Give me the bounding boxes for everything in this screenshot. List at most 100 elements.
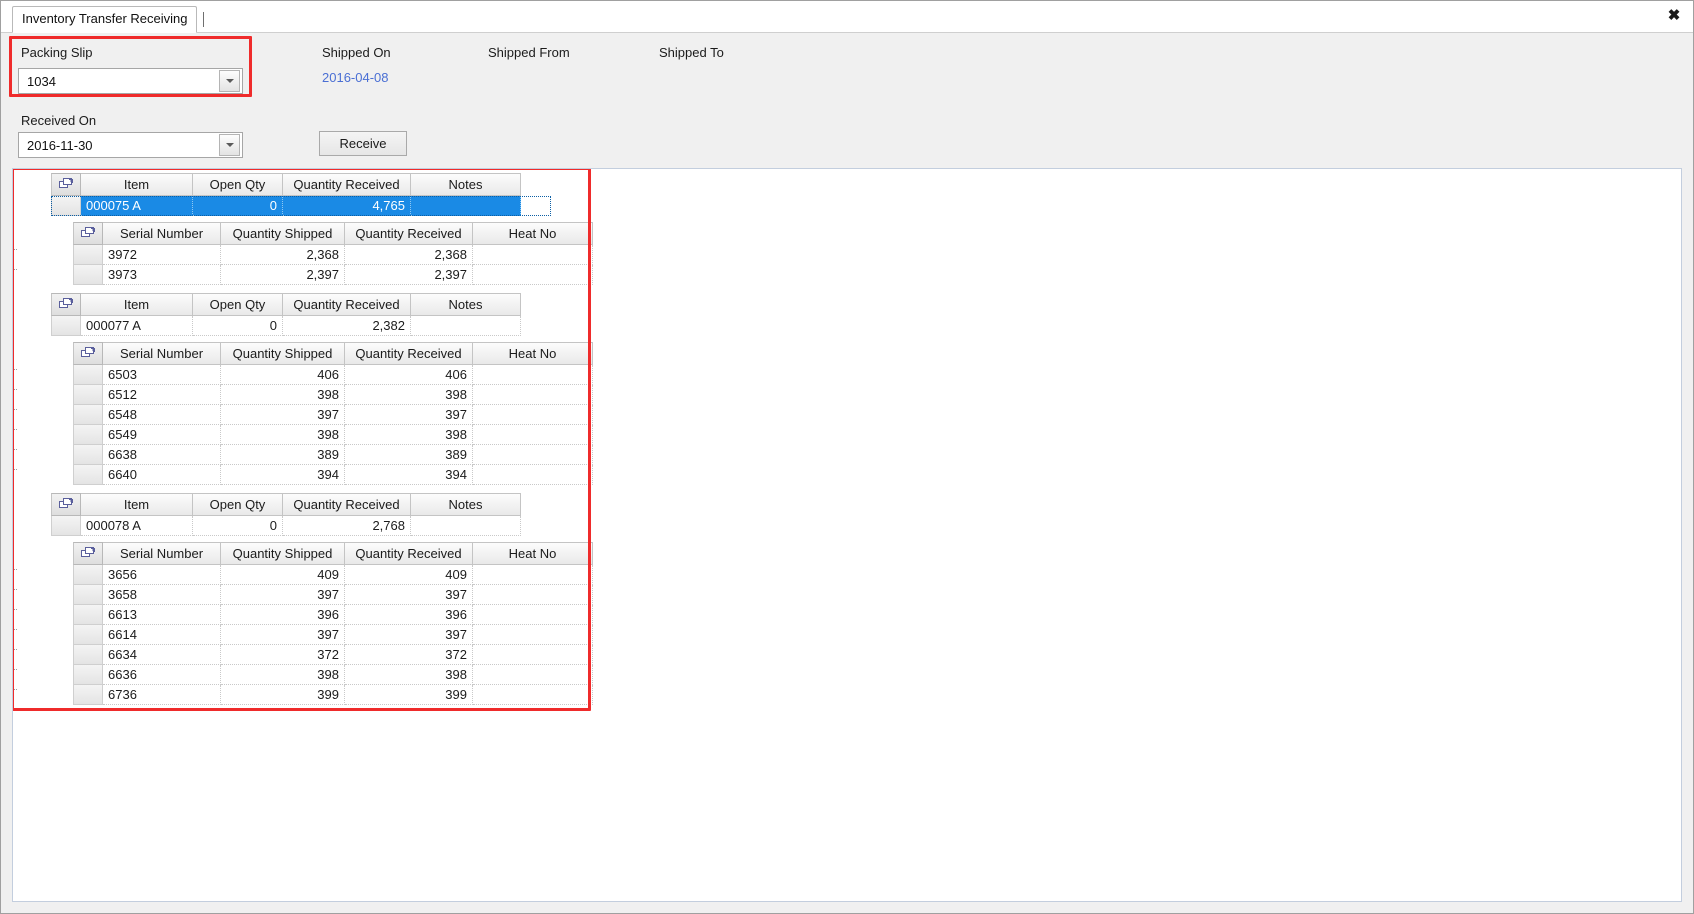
item-column-header[interactable]: Open Qty: [193, 173, 283, 196]
serial-row-header[interactable]: [73, 465, 103, 485]
serial-row[interactable]: 6636 398 398: [73, 665, 593, 685]
item-row[interactable]: 000077 A 0 2,382: [51, 316, 551, 336]
serial-cell-quantity-received[interactable]: 394: [345, 465, 473, 485]
serial-row[interactable]: 6736 399 399: [73, 685, 593, 705]
serial-row-header[interactable]: [73, 245, 103, 265]
serial-cell-serial-number[interactable]: 6640: [103, 465, 221, 485]
item-row-header[interactable]: [51, 196, 81, 216]
serial-cell-heat-no[interactable]: [473, 645, 593, 665]
serial-cell-quantity-received[interactable]: 397: [345, 585, 473, 605]
serial-cell-serial-number[interactable]: 6634: [103, 645, 221, 665]
serial-cell-serial-number[interactable]: 3658: [103, 585, 221, 605]
serial-row-header[interactable]: [73, 625, 103, 645]
serial-row[interactable]: 3972 2,368 2,368: [73, 245, 593, 265]
serial-cell-quantity-shipped[interactable]: 397: [221, 625, 345, 645]
serial-row-header[interactable]: [73, 585, 103, 605]
item-column-header[interactable]: Notes: [411, 173, 521, 196]
serial-cell-quantity-received[interactable]: 372: [345, 645, 473, 665]
serial-column-header[interactable]: Quantity Received: [345, 222, 473, 245]
serial-cell-quantity-shipped[interactable]: 399: [221, 685, 345, 705]
serial-row[interactable]: 6640 394 394: [73, 465, 593, 485]
item-cell-item[interactable]: 000075 A: [81, 196, 193, 216]
serial-cell-quantity-received[interactable]: 389: [345, 445, 473, 465]
serial-row-header[interactable]: [73, 565, 103, 585]
serial-row[interactable]: 3658 397 397: [73, 585, 593, 605]
item-column-header[interactable]: Item: [81, 173, 193, 196]
serial-cell-serial-number[interactable]: 6638: [103, 445, 221, 465]
serial-cell-quantity-shipped[interactable]: 398: [221, 385, 345, 405]
serial-row[interactable]: 6614 397 397: [73, 625, 593, 645]
serial-row[interactable]: 6549 398 398: [73, 425, 593, 445]
serial-row[interactable]: 6634 372 372: [73, 645, 593, 665]
serial-column-header[interactable]: Serial Number: [103, 542, 221, 565]
serial-cell-quantity-shipped[interactable]: 389: [221, 445, 345, 465]
inventory-transfer-grid[interactable]: Item Open Qty Quantity Received Notes 000075…: [13, 169, 593, 705]
serial-cell-serial-number[interactable]: 6736: [103, 685, 221, 705]
serial-row[interactable]: 6548 397 397: [73, 405, 593, 425]
serial-row-header[interactable]: [73, 605, 103, 625]
item-cell-quantity-received[interactable]: 2,768: [283, 516, 411, 536]
item-row[interactable]: 000078 A 0 2,768: [51, 516, 551, 536]
serial-row-header[interactable]: [73, 685, 103, 705]
item-cell-quantity-received[interactable]: 2,382: [283, 316, 411, 336]
serial-cell-heat-no[interactable]: [473, 585, 593, 605]
serial-cell-quantity-shipped[interactable]: 398: [221, 665, 345, 685]
serial-grid-menu-button[interactable]: [73, 542, 103, 565]
received-on-combobox[interactable]: 2016-11-30: [18, 132, 243, 158]
close-icon[interactable]: ✖: [1664, 5, 1684, 25]
serial-cell-serial-number[interactable]: 6512: [103, 385, 221, 405]
serial-column-header[interactable]: Serial Number: [103, 342, 221, 365]
item-column-header[interactable]: Open Qty: [193, 293, 283, 316]
serial-cell-serial-number[interactable]: 6503: [103, 365, 221, 385]
serial-cell-heat-no[interactable]: [473, 365, 593, 385]
item-cell-notes[interactable]: [411, 316, 521, 336]
item-cell-item[interactable]: 000078 A: [81, 516, 193, 536]
receive-button[interactable]: Receive: [319, 131, 407, 156]
serial-cell-quantity-shipped[interactable]: 372: [221, 645, 345, 665]
item-column-header[interactable]: Notes: [411, 493, 521, 516]
item-column-header[interactable]: Item: [81, 293, 193, 316]
serial-cell-quantity-received[interactable]: 398: [345, 425, 473, 445]
serial-row[interactable]: 6638 389 389: [73, 445, 593, 465]
serial-row-header[interactable]: [73, 385, 103, 405]
serial-grid-menu-button[interactable]: [73, 222, 103, 245]
item-cell-open-qty[interactable]: 0: [193, 196, 283, 216]
item-column-header[interactable]: Notes: [411, 293, 521, 316]
serial-column-header[interactable]: Quantity Shipped: [221, 342, 345, 365]
serial-column-header[interactable]: Heat No: [473, 342, 593, 365]
serial-cell-quantity-received[interactable]: 406: [345, 365, 473, 385]
serial-column-header[interactable]: Heat No: [473, 222, 593, 245]
item-cell-notes[interactable]: [411, 196, 521, 216]
item-cell-notes[interactable]: [411, 516, 521, 536]
serial-cell-serial-number[interactable]: 6613: [103, 605, 221, 625]
serial-column-header[interactable]: Serial Number: [103, 222, 221, 245]
serial-cell-quantity-received[interactable]: 399: [345, 685, 473, 705]
serial-cell-quantity-shipped[interactable]: 406: [221, 365, 345, 385]
serial-cell-serial-number[interactable]: 6636: [103, 665, 221, 685]
serial-column-header[interactable]: Quantity Received: [345, 542, 473, 565]
serial-cell-heat-no[interactable]: [473, 685, 593, 705]
item-column-header[interactable]: Item: [81, 493, 193, 516]
serial-row[interactable]: 3973 2,397 2,397: [73, 265, 593, 285]
shipped-on-value[interactable]: 2016-04-08: [322, 70, 389, 85]
item-row-header[interactable]: [51, 516, 81, 536]
serial-row-header[interactable]: [73, 265, 103, 285]
serial-cell-serial-number[interactable]: 6549: [103, 425, 221, 445]
serial-cell-heat-no[interactable]: [473, 565, 593, 585]
serial-cell-heat-no[interactable]: [473, 625, 593, 645]
serial-cell-quantity-received[interactable]: 398: [345, 385, 473, 405]
serial-cell-quantity-shipped[interactable]: 2,368: [221, 245, 345, 265]
serial-column-header[interactable]: Quantity Shipped: [221, 222, 345, 245]
serial-cell-quantity-shipped[interactable]: 409: [221, 565, 345, 585]
serial-row-header[interactable]: [73, 405, 103, 425]
item-column-header[interactable]: Quantity Received: [283, 293, 411, 316]
serial-row[interactable]: 6503 406 406: [73, 365, 593, 385]
chevron-down-icon[interactable]: [219, 70, 240, 92]
serial-cell-heat-no[interactable]: [473, 265, 593, 285]
serial-cell-heat-no[interactable]: [473, 445, 593, 465]
serial-cell-quantity-received[interactable]: 2,397: [345, 265, 473, 285]
tab-inventory-transfer-receiving[interactable]: Inventory Transfer Receiving: [12, 6, 198, 33]
item-row[interactable]: 000075 A 0 4,765: [51, 196, 551, 216]
serial-row-header[interactable]: [73, 445, 103, 465]
serial-row-header[interactable]: [73, 645, 103, 665]
